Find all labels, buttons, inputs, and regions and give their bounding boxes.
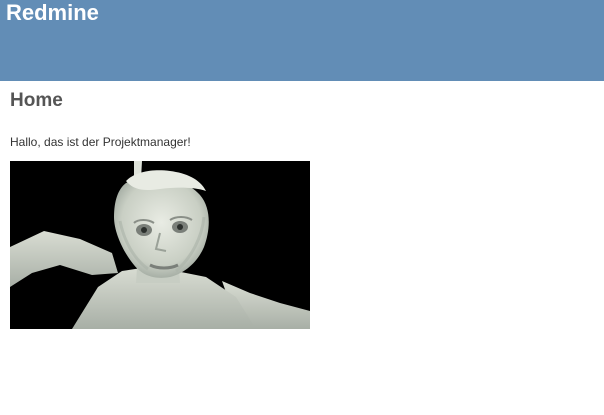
top-header: Redmine <box>0 0 604 81</box>
figure-image-icon <box>10 161 310 329</box>
wiki-text: Hallo, das ist der Projektmanager! <box>10 135 191 149</box>
app-title[interactable]: Redmine <box>6 0 99 27</box>
main-content: Home Hallo, das ist der Projektmanager! <box>0 81 604 415</box>
embedded-image <box>10 161 310 329</box>
page-title: Home <box>10 90 63 111</box>
